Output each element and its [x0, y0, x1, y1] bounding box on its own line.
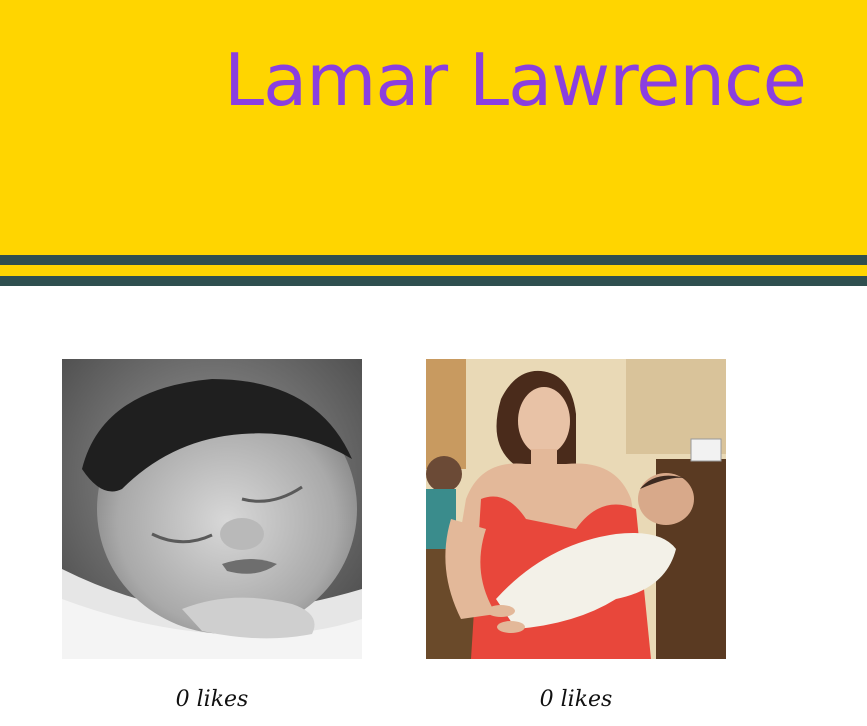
- site-header: Lamar Lawrence: [0, 0, 867, 255]
- header-divider-stripe: [0, 276, 867, 286]
- likes-count: 0 likes: [539, 687, 613, 712]
- header-divider-stripe: [0, 265, 867, 276]
- sleeping-baby-photo[interactable]: [62, 359, 362, 659]
- woman-holding-baby-photo[interactable]: [426, 359, 726, 659]
- likes-count: 0 likes: [175, 687, 249, 712]
- site-title: Lamar Lawrence: [224, 38, 807, 122]
- photo-card: 0 likes: [62, 359, 362, 712]
- header-divider-stripe: [0, 255, 867, 265]
- photo-card: 0 likes: [426, 359, 726, 712]
